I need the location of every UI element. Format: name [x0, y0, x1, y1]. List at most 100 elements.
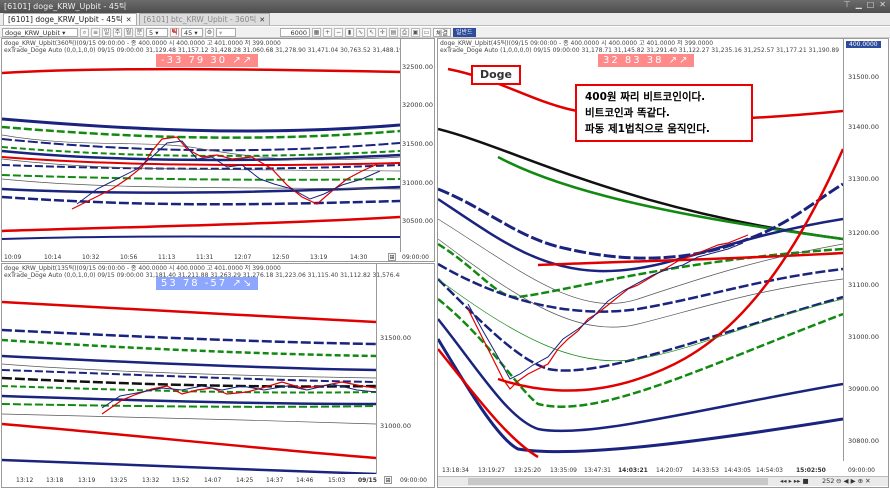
series-line — [2, 67, 400, 75]
symbol-select[interactable]: doge_KRW_Upbit ▾ — [2, 27, 78, 37]
image-icon[interactable]: ▣ — [411, 27, 420, 37]
x-tick: 09:00:00 — [402, 254, 429, 261]
x-tick: 09:00:00 — [400, 477, 427, 484]
series-line — [2, 195, 400, 206]
zoom-in-icon[interactable]: + — [323, 27, 332, 37]
series-line — [497, 155, 843, 241]
settings-icon[interactable]: ⚙ — [205, 27, 214, 37]
chart-toolbar: doge_KRW_Upbit ▾ ⌕ ≡ 일 주 월 분 5 ▾ 틱 45 ▾ … — [0, 27, 890, 38]
series-line — [2, 300, 376, 324]
series-line — [438, 242, 843, 299]
grid-icon[interactable]: ▦ — [312, 27, 321, 37]
y-tick: 32500.00 — [402, 63, 434, 71]
x-tick: 13:18:34 — [442, 467, 469, 474]
y-tick: 31500.00 — [402, 140, 434, 148]
nav-controls[interactable]: ⊖ ◀ ▶ ⊕ ✕ — [836, 477, 871, 485]
y-tick: 30500.00 — [402, 217, 434, 225]
period-select[interactable]: 5 ▾ — [146, 27, 168, 37]
zoom-icon[interactable]: ⊞ — [388, 253, 396, 261]
series-line — [2, 394, 376, 406]
chart-panel-bottom-left: doge_KRW_Upbit(135틱)(09/15 09:00:00 - 종 … — [1, 263, 435, 488]
maximize-icon[interactable]: □ — [867, 0, 875, 13]
series-line — [2, 215, 400, 233]
minimize-icon[interactable]: ▁ — [856, 0, 862, 13]
order-button[interactable]: 일반드 — [453, 27, 476, 37]
chart-canvas[interactable] — [2, 39, 400, 252]
tab-doge-label: [6101] doge_KRW_Upbit - 45틱 — [8, 15, 123, 24]
x-tick: 13:19:27 — [478, 467, 505, 474]
y-tick: 30900.00 — [848, 385, 880, 393]
series-line — [438, 318, 843, 433]
chart-bar-icon[interactable]: ▮ — [345, 27, 354, 37]
close-icon[interactable]: ✕ — [259, 14, 265, 25]
save-icon[interactable]: ▭ — [422, 27, 431, 37]
axis-divider — [843, 39, 844, 461]
x-tick: 15:03 — [328, 477, 346, 484]
x-tick: 09:00:00 — [848, 467, 875, 474]
annotation-box: 400원 짜리 비트코인이다. 비트코인과 똑같다. 파동 제1법칙으로 움직인… — [575, 84, 753, 142]
x-tick: 14:03:21 — [618, 467, 648, 474]
zoom-icon[interactable]: ⊞ — [384, 476, 392, 484]
series-line — [2, 422, 376, 460]
chart-line-icon[interactable]: ∿ — [356, 27, 365, 37]
scroll-controls[interactable]: ◂◂ ▸ ▸▸ ■ — [780, 477, 809, 485]
x-tick: 10:56 — [120, 254, 138, 261]
series-line — [438, 262, 843, 313]
minute-icon[interactable]: 분 — [135, 27, 144, 37]
count-input[interactable]: 6000 — [280, 27, 310, 37]
tick-icon[interactable]: 틱 — [170, 27, 179, 37]
month-icon[interactable]: 월 — [124, 27, 133, 37]
y-tick: 31000.00 — [848, 333, 880, 341]
x-tick: 14:37 — [266, 477, 284, 484]
page-number: 252 — [822, 477, 835, 485]
y-tick: 30800.00 — [848, 437, 880, 445]
list-icon[interactable]: ≡ — [91, 27, 100, 37]
x-tick: 13:35:09 — [550, 467, 577, 474]
scroll-thumb[interactable] — [468, 478, 768, 485]
week-icon[interactable]: 주 — [113, 27, 122, 37]
symbol-value: doge_KRW_Upbit — [5, 28, 61, 37]
x-tick: 13:47:31 — [584, 467, 611, 474]
series-line — [2, 458, 376, 474]
print-icon[interactable]: ⎙ — [400, 27, 409, 37]
series-line — [2, 174, 400, 181]
x-tick: 14:46 — [296, 477, 314, 484]
x-tick: 13:19 — [310, 254, 328, 261]
tab-bar: [6101] doge_KRW_Upbit - 45틱 ✕ [6101] btc_… — [0, 13, 890, 26]
x-tick: 14:54:03 — [756, 467, 783, 474]
trade-button[interactable]: 체결 — [433, 27, 451, 37]
x-tick: 11:13 — [158, 254, 176, 261]
x-tick: 14:07 — [204, 477, 222, 484]
annotation-line: 파동 제1법칙으로 움직인다. — [585, 123, 710, 135]
doge-label: Doge — [471, 65, 521, 85]
x-tick: 10:32 — [82, 254, 100, 261]
cursor-icon[interactable]: ↖ — [367, 27, 376, 37]
tab-doge[interactable]: [6101] doge_KRW_Upbit - 45틱 ✕ — [3, 13, 137, 25]
crosshair-icon[interactable]: ✛ — [378, 27, 387, 37]
series-line — [2, 185, 400, 194]
tick-select[interactable]: 45 ▾ — [181, 27, 203, 37]
thin-line — [2, 413, 376, 425]
chart-scrollbar[interactable]: ◂◂ ▸ ▸▸ ■ 252 ⊖ ◀ ▶ ⊕ ✕ — [438, 476, 888, 486]
x-tick: 13:52 — [172, 477, 190, 484]
series-line — [2, 328, 376, 346]
chart-canvas[interactable] — [2, 264, 376, 474]
x-tick: 14:20:07 — [656, 467, 683, 474]
search-icon[interactable]: ⌕ — [80, 27, 89, 37]
annotation-line: 비트코인과 똑같다. — [585, 107, 670, 119]
x-tick: 15:02:50 — [796, 467, 826, 474]
x-tick: 11:31 — [196, 254, 214, 261]
x-tick: 12:50 — [272, 254, 290, 261]
x-tick: 13:25:20 — [514, 467, 541, 474]
x-tick: 13:25 — [110, 477, 128, 484]
day-icon[interactable]: 일 — [102, 27, 111, 37]
pin-icon[interactable]: ⊤ — [844, 0, 851, 13]
series-line — [2, 376, 376, 388]
x-tick: 13:18 — [46, 477, 64, 484]
series-line — [2, 235, 400, 240]
close-icon[interactable]: ✕ — [879, 0, 886, 13]
zoom-out-icon[interactable]: − — [334, 27, 343, 37]
close-icon[interactable]: ✕ — [126, 14, 132, 25]
tab-btc[interactable]: [6101] btc_KRW_Upbit - 360틱 ✕ — [138, 13, 271, 25]
table-icon[interactable]: ▤ — [389, 27, 398, 37]
